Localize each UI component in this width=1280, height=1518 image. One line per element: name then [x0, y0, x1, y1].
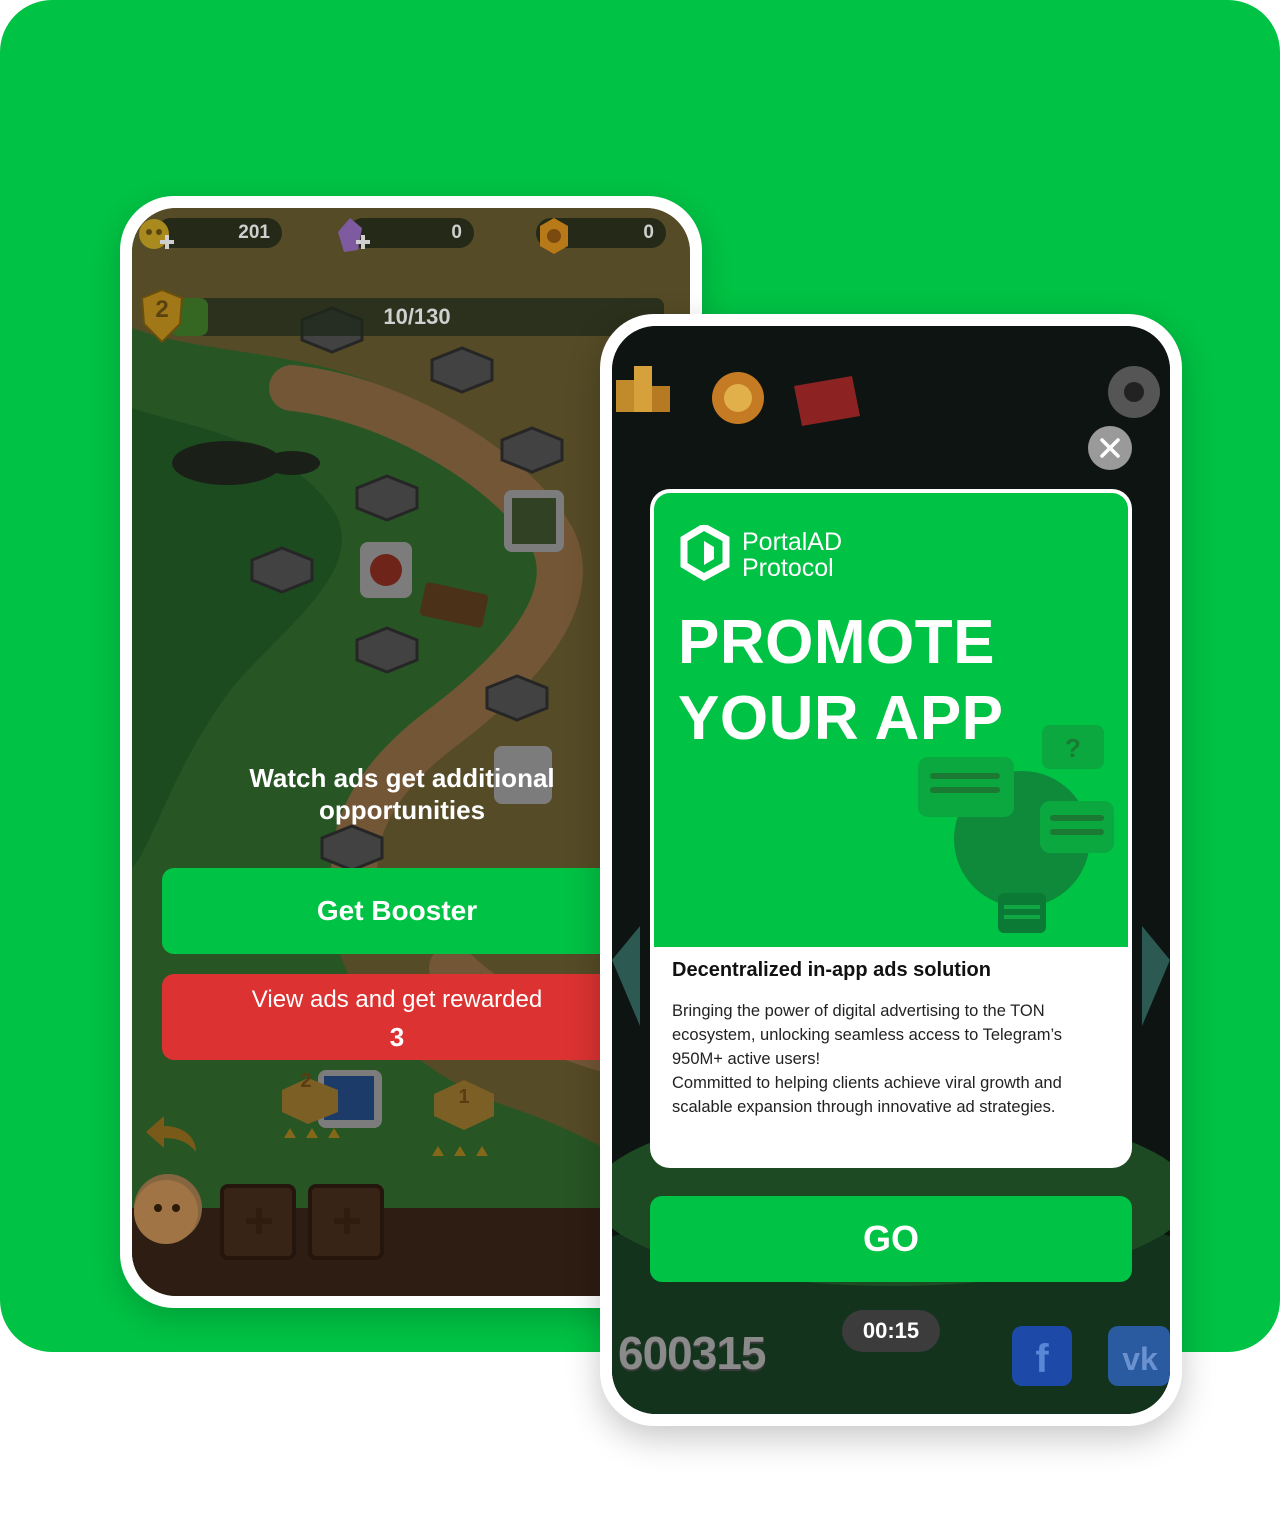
add-slot-2-icon[interactable]: [332, 1206, 362, 1236]
svg-text:f: f: [1035, 1337, 1049, 1381]
brand-line-1: PortalAD: [742, 528, 843, 556]
ad-card[interactable]: PortalAD Protocol PROMOTE YOUR APP ? Dec…: [650, 489, 1132, 1168]
ad-hero-banner: PortalAD Protocol PROMOTE YOUR APP ?: [654, 493, 1128, 947]
ad-offer-prompt: Watch ads get additional opportunities: [249, 763, 555, 825]
crystal-value: 0: [451, 222, 462, 243]
go-button[interactable]: GO: [650, 1196, 1132, 1282]
svg-text:?: ?: [1065, 733, 1081, 763]
level-progress-text: 10/130: [383, 304, 451, 329]
view-ads-reward-button[interactable]: View ads and get rewarded 3: [162, 974, 632, 1060]
crystal-icon[interactable]: [332, 214, 376, 258]
right-phone-frame: f vk PortalAD Protocol PROMOTE YOUR APP …: [600, 314, 1182, 1426]
get-booster-button[interactable]: Get Booster: [162, 868, 632, 954]
close-ad-button[interactable]: [1088, 426, 1132, 470]
back-arrow-icon[interactable]: [136, 1108, 202, 1154]
ad-countdown-timer: 00:15: [842, 1310, 940, 1352]
gold-coin-icon[interactable]: [534, 214, 574, 258]
svg-text:vk: vk: [1122, 1341, 1158, 1377]
ad-subtitle: Decentralized in-app ads solution: [672, 959, 991, 981]
player-avatar[interactable]: [132, 1168, 204, 1248]
lightbulb-chat-illustration: ?: [918, 725, 1114, 933]
headline-line-1: PROMOTE: [678, 608, 995, 677]
brand-line-2: Protocol: [742, 554, 834, 582]
ad-description: Bringing the power of digital advertisin…: [672, 1002, 1063, 1116]
brand-name: PortalAD Protocol: [742, 529, 842, 581]
map-level-node-2[interactable]: 2: [282, 1070, 330, 1093]
gold-coin-value: 0: [643, 222, 654, 243]
level-progress-bar: 10/130: [170, 298, 664, 336]
portalad-brand: PortalAD Protocol: [680, 525, 980, 585]
level-number: 2: [155, 296, 169, 323]
portalad-logo-icon: [680, 525, 730, 581]
skull-coin-value: 201: [238, 222, 270, 243]
ads-remaining-count: 3: [389, 1022, 405, 1052]
close-icon: [1100, 438, 1120, 458]
game-score: 600315: [618, 1327, 766, 1379]
add-slot-1-icon[interactable]: [244, 1206, 274, 1236]
ad-overlay-screen: f vk PortalAD Protocol PROMOTE YOUR APP …: [612, 326, 1170, 1414]
map-level-node-1[interactable]: 1: [440, 1086, 488, 1109]
skull-coin-icon[interactable]: [136, 216, 176, 256]
view-ads-label: View ads and get rewarded: [251, 986, 543, 1013]
